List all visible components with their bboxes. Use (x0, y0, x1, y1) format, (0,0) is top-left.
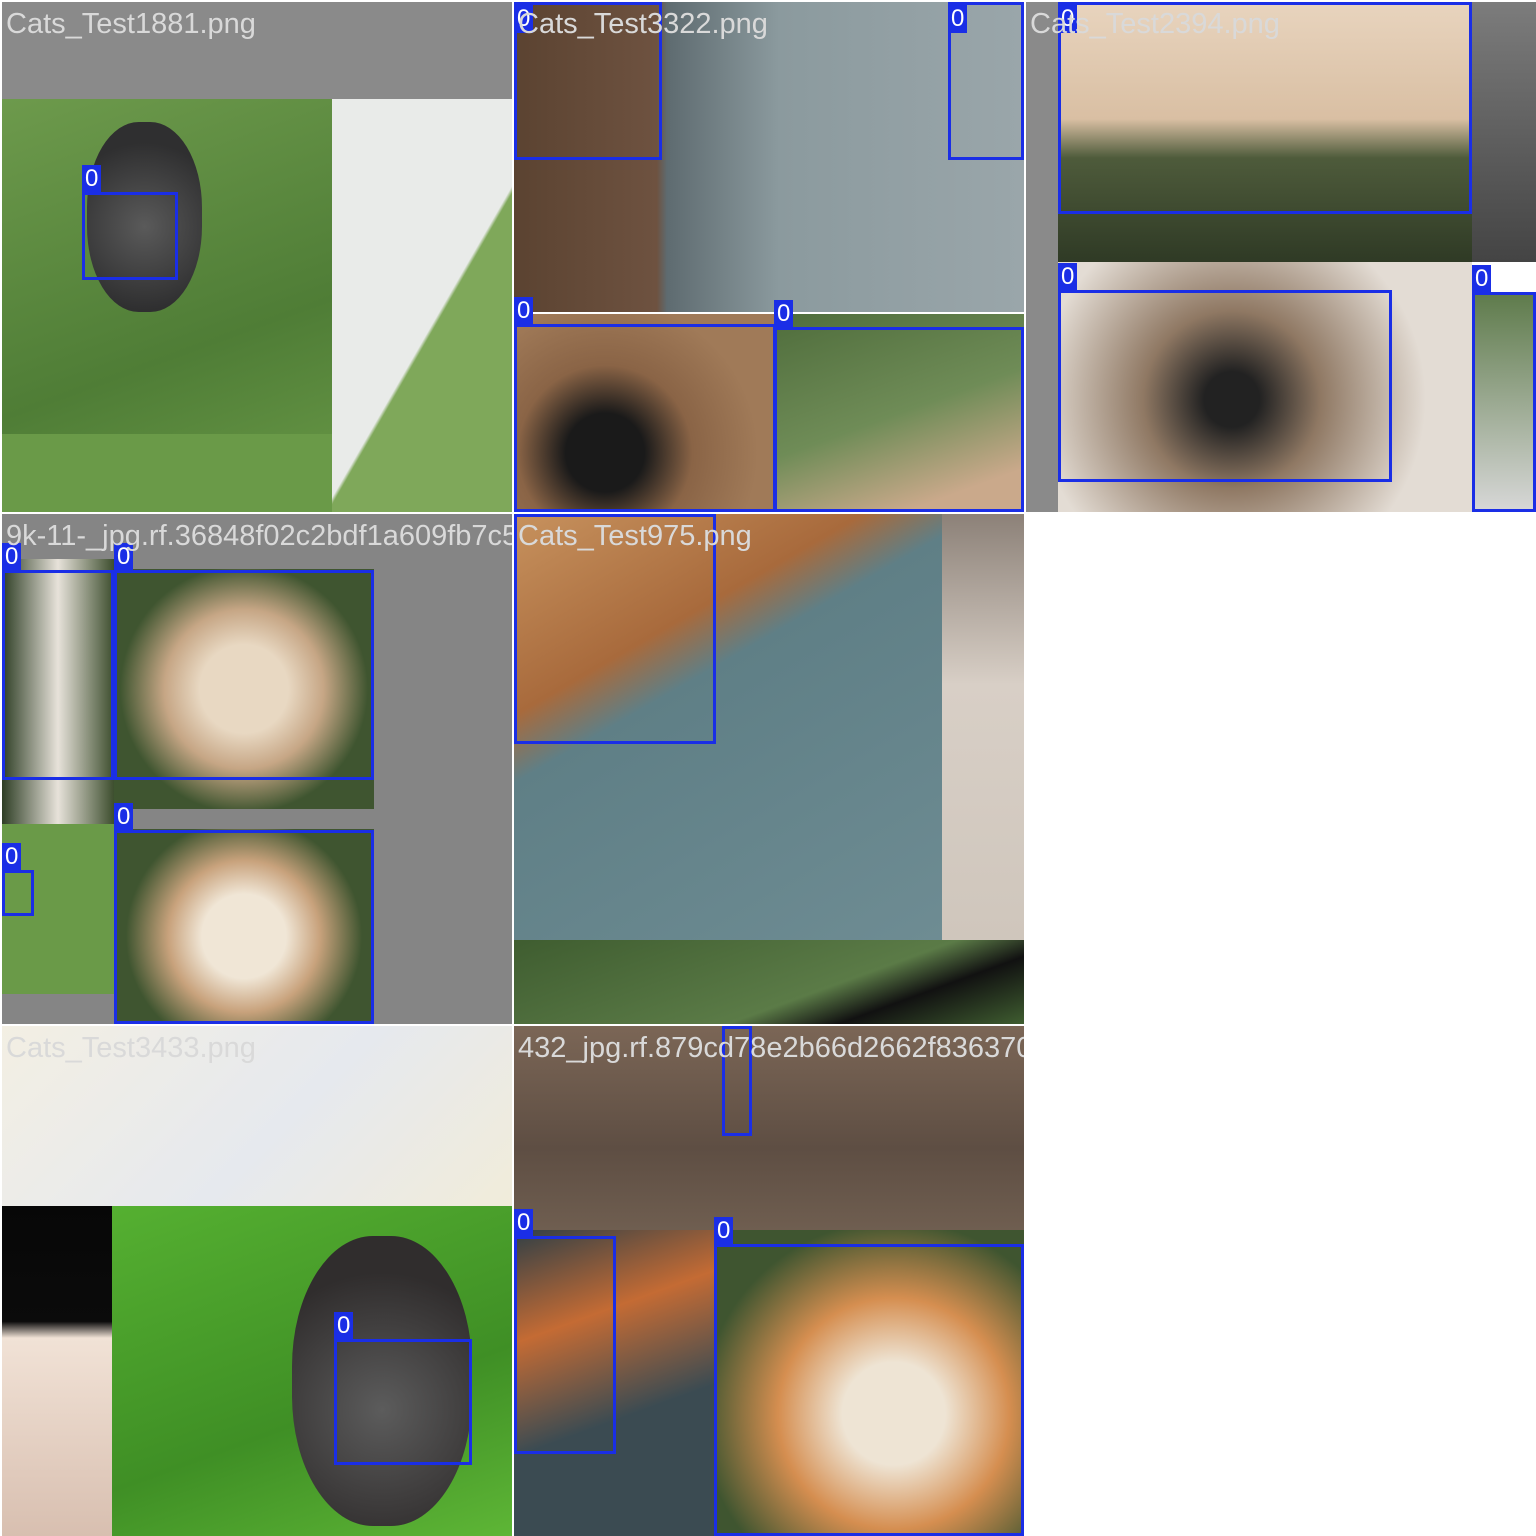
detection-box: 0 (514, 514, 716, 744)
class-label: 0 (714, 1217, 734, 1245)
class-label: 0 (722, 1026, 742, 1027)
dirt-photo (514, 1026, 1024, 1230)
detection-box: 0 (774, 300, 1024, 512)
detection-box: 0 (114, 543, 374, 780)
detection-box: 0 (514, 2, 662, 160)
detection-box: 0 (2, 843, 34, 916)
gray-padding (2, 2, 512, 99)
grass-strip (2, 434, 332, 512)
basset-photo (2, 1206, 112, 1536)
detection-box: 0 (714, 1217, 1024, 1536)
mosaic-tile-6: Cats_Test3433.png 0 (2, 1026, 512, 1536)
dark-photo (1472, 2, 1536, 262)
detection-box: 0 (1472, 265, 1536, 512)
class-label: 0 (2, 543, 22, 571)
mosaic-tile-4: 9k-11-_jpg.rf.36848f02c2bdf1a609fb7c578 … (2, 514, 512, 1024)
bed-photo (2, 1026, 512, 1206)
deck-photo (942, 514, 1024, 940)
class-label: 0 (114, 803, 134, 831)
class-label: 0 (774, 300, 794, 328)
class-label: 0 (114, 543, 134, 571)
mosaic-tile-3: Cats_Test2394.png 0 0 0 (1026, 2, 1536, 512)
class-label: 0 (514, 297, 534, 325)
class-label: 0 (1058, 5, 1078, 33)
class-label: 0 (514, 5, 534, 33)
class-label: 0 (1058, 263, 1078, 291)
detection-box: 0 (2, 543, 114, 780)
grass-photo (514, 940, 1024, 1024)
detection-box: 0 (334, 1312, 472, 1465)
detection-box: 0 (514, 1209, 616, 1454)
detection-box: 0 (722, 1026, 752, 1136)
gray-padding (1026, 2, 1058, 512)
mosaic-tile-5: Cats_Test975.png 0 (514, 514, 1024, 1024)
class-label: 0 (2, 843, 22, 871)
detection-box: 0 (514, 297, 776, 512)
class-label: 0 (334, 1312, 354, 1340)
detection-box: 0 (948, 2, 1024, 160)
sidewalk-photo (332, 99, 512, 512)
mosaic-tile-1: Cats_Test1881.png 0 (2, 2, 512, 512)
detection-box: 0 (82, 165, 178, 280)
class-label: 0 (948, 5, 968, 33)
detection-box: 0 (114, 803, 374, 1024)
class-label: 0 (82, 165, 102, 193)
mosaic-tile-7: 432_jpg.rf.879cd78e2b66d2662f83637058f13… (514, 1026, 1024, 1536)
detection-box: 0 (1058, 263, 1392, 482)
detection-box: 0 (1058, 2, 1472, 214)
mosaic-tile-2: Cats_Test3322.png 0 0 0 0 (514, 2, 1024, 512)
class-label: 0 (1472, 265, 1492, 293)
class-label: 0 (514, 1209, 534, 1237)
